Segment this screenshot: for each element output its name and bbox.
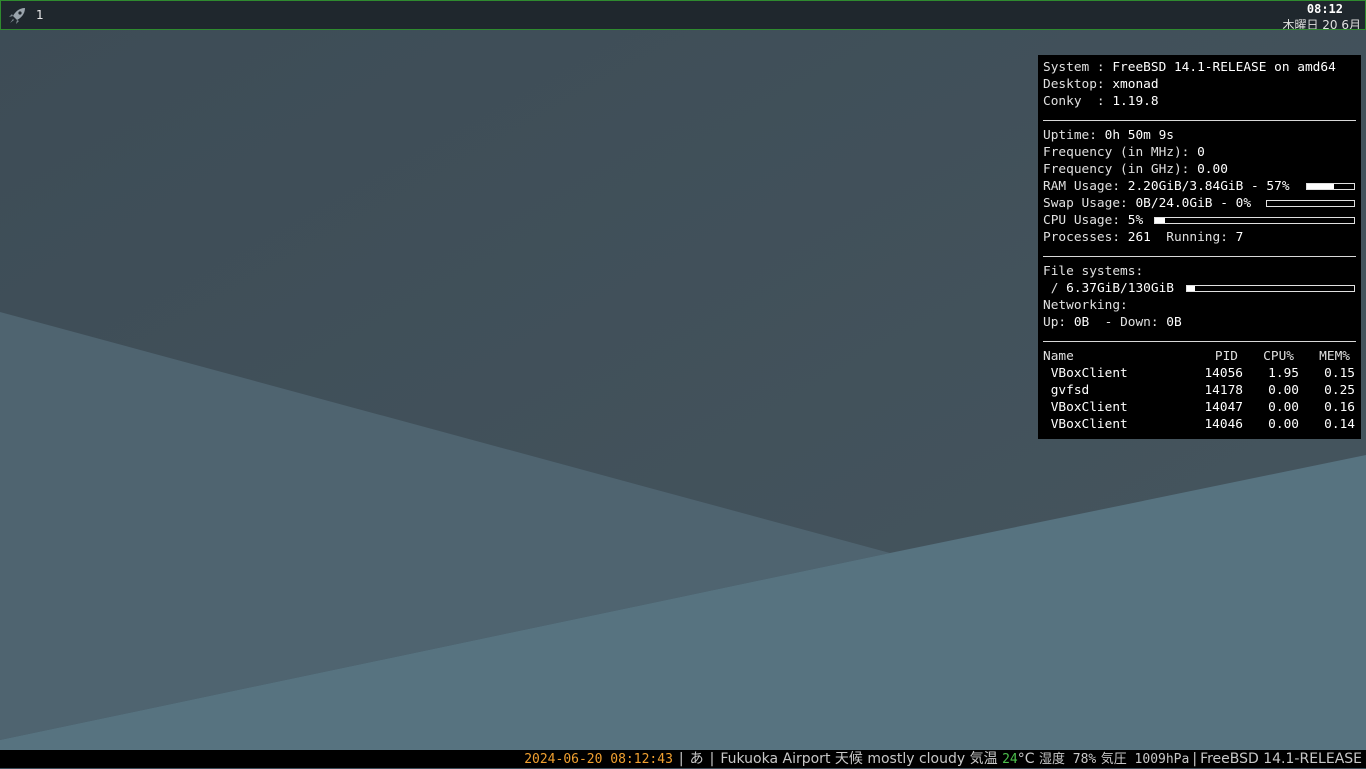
freq-mhz-line: Frequency (in MHz): 0 (1043, 144, 1205, 161)
clock-date: 木曜日 20 6月 (1282, 19, 1361, 29)
temperature-value: 24 (1002, 752, 1018, 767)
ram-bar-fill (1307, 184, 1334, 189)
up-value: 0B (1073, 315, 1090, 330)
system-label: System : (1043, 60, 1113, 75)
proc-pid: 14056 (1204, 366, 1243, 381)
system-value: FreeBSD 14.1-RELEASE on amd64 (1112, 60, 1336, 75)
pressure: 気圧 1009hPa (1100, 752, 1190, 767)
freq-mhz-value: 0 (1197, 145, 1205, 160)
swap-label: Swap Usage: (1043, 196, 1136, 211)
cpu-bar-fill (1155, 218, 1165, 223)
cpu-label: CPU Usage: (1043, 213, 1128, 228)
weather-location: Fukuoka Airport 天候 (720, 751, 863, 767)
freq-mhz-label: Frequency (in MHz): (1043, 145, 1198, 160)
swap-line: Swap Usage: 0B/24.0GiB - 0% (1043, 195, 1251, 212)
fs-root-label: / (1043, 281, 1067, 296)
divider (1043, 120, 1356, 121)
ram-label: RAM Usage: (1043, 179, 1128, 194)
proc-cpu: 0.00 (1268, 383, 1299, 398)
top-panel: 1 08:12 木曜日 20 6月 (0, 0, 1366, 30)
proc-pid: 14046 (1204, 417, 1243, 432)
fs-root-usage: 6.37GiB/130GiB (1066, 281, 1174, 296)
conky-version: 1.19.8 (1112, 94, 1159, 109)
proc-mem: 0.15 (1324, 366, 1355, 381)
freq-ghz-value: 0.00 (1197, 162, 1228, 177)
freq-ghz-line: Frequency (in GHz): 0.00 (1043, 161, 1228, 178)
proc-cpu: 0.00 (1268, 400, 1299, 415)
running-value: 7 (1235, 230, 1244, 245)
fs-root-line: / 6.37GiB/130GiB (1043, 280, 1174, 297)
status-datetime: 2024-06-20 08:12:43 (524, 752, 673, 767)
weather-condition: mostly cloudy (867, 751, 966, 767)
fs-bar (1186, 285, 1355, 292)
rocket-icon[interactable] (7, 6, 27, 26)
proc-name: VBoxClient (1043, 417, 1128, 432)
divider (1043, 341, 1356, 342)
uptime-line: Uptime: 0h 50m 9s (1043, 127, 1174, 144)
divider (1043, 256, 1356, 257)
separator: | (709, 751, 715, 767)
conky-label: Conky : (1043, 94, 1113, 109)
process-table-header: Name PID CPU% MEM% (1043, 348, 1355, 365)
swap-value: 0B/24.0GiB - 0% (1135, 196, 1252, 211)
desktop-value: xmonad (1112, 77, 1159, 92)
proc-name: gvfsd (1043, 383, 1090, 398)
proc-mem: 0.14 (1324, 417, 1355, 432)
workspace-indicator[interactable]: 1 (36, 8, 44, 22)
desktop-line: Desktop: xmonad (1043, 76, 1159, 93)
proc-mem: 0.25 (1324, 383, 1355, 398)
separator: | (1192, 751, 1198, 767)
cpu-bar (1154, 217, 1355, 224)
ime-indicator[interactable]: あ (690, 751, 704, 767)
processes-line: Processes: 261 Running: 7 (1043, 229, 1243, 246)
proc-name: VBoxClient (1043, 366, 1128, 381)
desktop-label: Desktop: (1043, 77, 1113, 92)
col-mem: MEM% (1319, 349, 1350, 364)
table-row: gvfsd 14178 0.00 0.25 (1043, 382, 1355, 399)
table-row: VBoxClient 14047 0.00 0.16 (1043, 399, 1355, 416)
uptime-label: Uptime: (1043, 128, 1105, 143)
table-row: VBoxClient 14056 1.95 0.15 (1043, 365, 1355, 382)
col-cpu: CPU% (1263, 349, 1294, 364)
humidity: 湿度 78% (1038, 752, 1097, 767)
status-bar-content: 2024-06-20 08:12:43 | あ | Fukuoka Airport 天候… (524, 750, 1362, 768)
system-line: System : FreeBSD 14.1-RELEASE on amd64 (1043, 59, 1336, 76)
up-label: Up: (1043, 315, 1074, 330)
ram-value: 2.20GiB/3.84GiB - 57% (1127, 179, 1290, 194)
ram-bar (1306, 183, 1355, 190)
net-label: Networking: (1043, 298, 1128, 313)
processes-label: Processes: (1043, 230, 1128, 245)
cpu-line: CPU Usage: 5% (1043, 212, 1143, 229)
processes-value: 261 (1127, 230, 1151, 245)
proc-name: VBoxClient (1043, 400, 1128, 415)
fs-bar-fill (1187, 286, 1196, 291)
net-line: Up: 0B - Down: 0B (1043, 314, 1182, 331)
proc-mem: 0.16 (1324, 400, 1355, 415)
proc-pid: 14178 (1204, 383, 1243, 398)
conky-panel: System : FreeBSD 14.1-RELEASE on amd64 D… (1038, 55, 1361, 439)
clock-time: 08:12 (1306, 2, 1343, 16)
separator: | (678, 751, 684, 767)
os-name: FreeBSD 14.1-RELEASE (1200, 751, 1362, 767)
down-value: 0B (1166, 315, 1182, 330)
proc-pid: 14047 (1204, 400, 1243, 415)
ram-line: RAM Usage: 2.20GiB/3.84GiB - 57% (1043, 178, 1290, 195)
cpu-value: 5% (1127, 213, 1144, 228)
freq-ghz-label: Frequency (in GHz): (1043, 162, 1198, 177)
uptime-value: 0h 50m 9s (1104, 128, 1174, 143)
fs-label: File systems: (1043, 264, 1144, 279)
temperature-label: 気温 (969, 751, 998, 767)
col-pid: PID (1214, 349, 1238, 364)
proc-cpu: 0.00 (1268, 417, 1299, 432)
bottom-status-bar: 2024-06-20 08:12:43 | あ | Fukuoka Airport 天候… (0, 750, 1366, 768)
col-name: Name (1043, 349, 1074, 364)
conky-line: Conky : 1.19.8 (1043, 93, 1159, 110)
running-label: Running: (1150, 230, 1236, 245)
table-row: VBoxClient 14046 0.00 0.14 (1043, 416, 1355, 433)
proc-cpu: 1.95 (1268, 366, 1299, 381)
swap-bar (1266, 200, 1355, 207)
down-label: - Down: (1089, 315, 1167, 330)
temperature-unit: °C (1017, 751, 1035, 767)
